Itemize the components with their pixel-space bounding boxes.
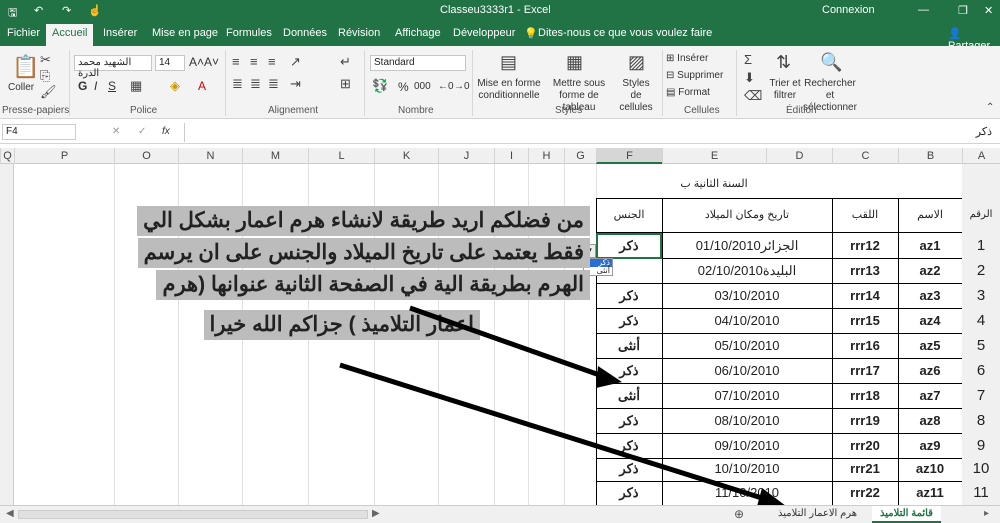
scroll-left-icon[interactable]: ◀ bbox=[6, 508, 14, 519]
sheet-tab-age-pyramid[interactable]: هرم الاعمار التلاميذ bbox=[778, 508, 857, 519]
sheet-tab-students[interactable]: قائمة التلاميذ bbox=[872, 506, 941, 523]
arrow-head-1 bbox=[596, 366, 622, 388]
arrow-to-second-sheet bbox=[339, 362, 769, 503]
horizontal-scrollbar[interactable] bbox=[18, 510, 368, 519]
scroll-right-icon[interactable]: ▶ bbox=[372, 508, 380, 519]
arrow-to-gender-column bbox=[409, 305, 609, 381]
annotation-arrows bbox=[339, 305, 786, 510]
sheet-nav-icon[interactable]: ▸ bbox=[984, 508, 989, 519]
sheet-tab-bar: ◀ ▶ ⊕ هرم الاعمار التلاميذ قائمة التلامي… bbox=[0, 505, 1000, 523]
add-sheet-icon[interactable]: ⊕ bbox=[734, 507, 744, 521]
